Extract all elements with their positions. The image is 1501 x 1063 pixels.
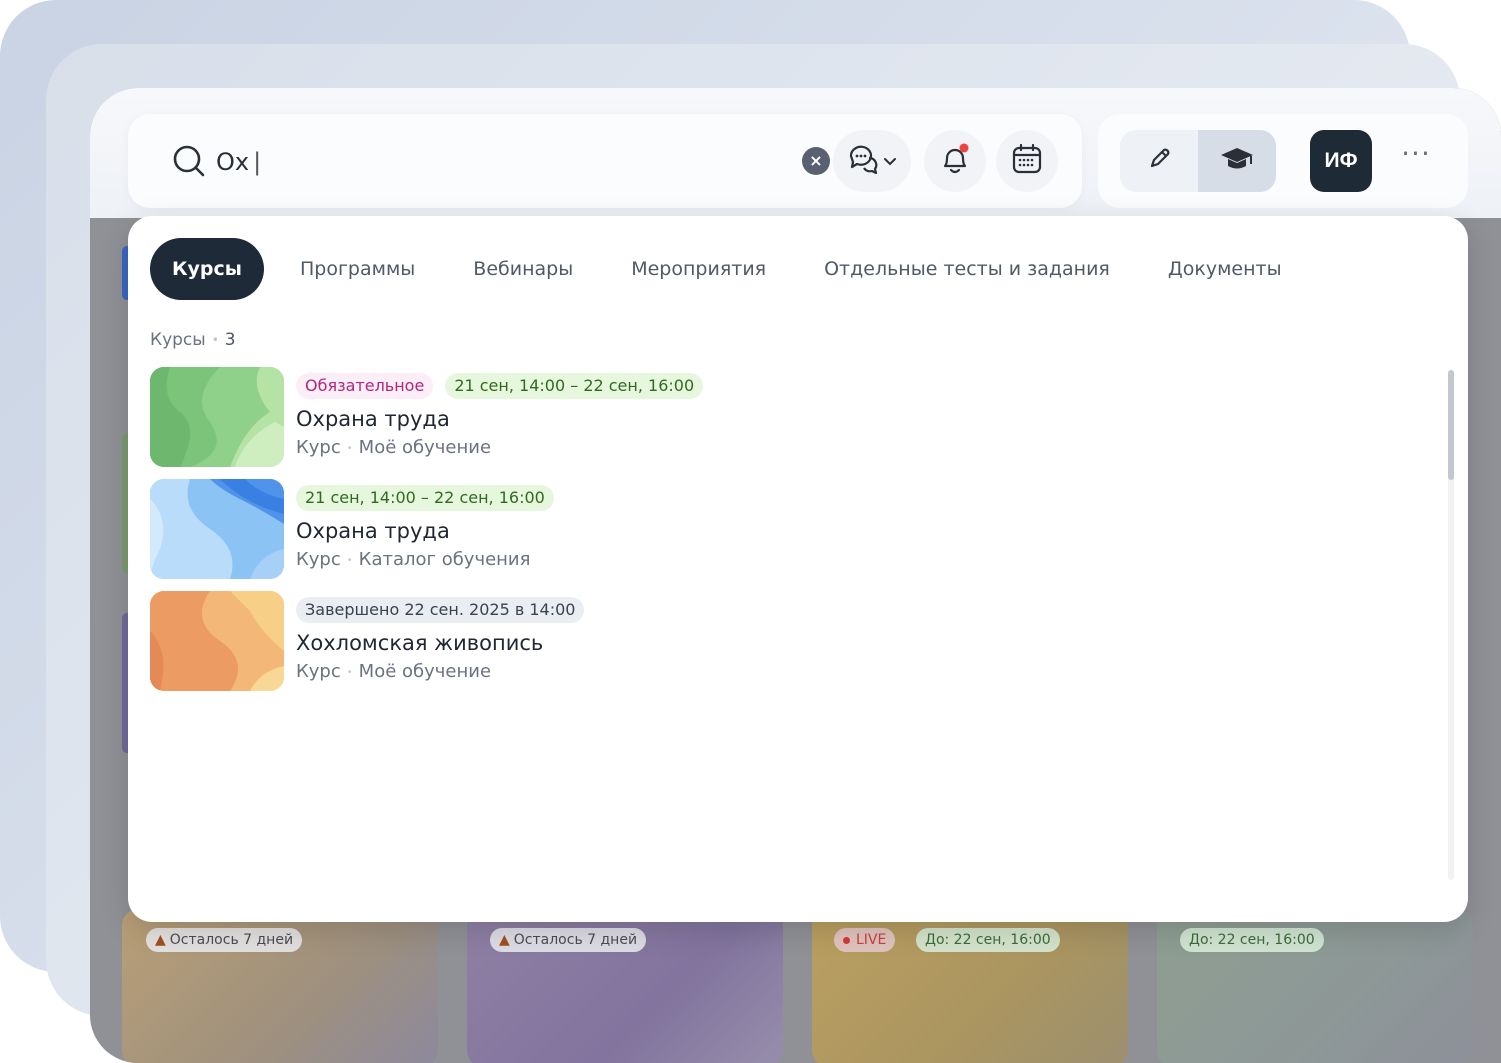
- date-badge: 21 сен, 14:00 – 22 сен, 16:00: [445, 373, 704, 399]
- live-badge-text: LIVE: [856, 932, 887, 948]
- tab-documents[interactable]: Документы: [1146, 238, 1304, 300]
- more-icon[interactable]: ···: [1398, 140, 1434, 178]
- app-window: ▲ Осталось 7 дней ▲ Осталось 7 дней LIVE Д…: [90, 88, 1501, 1063]
- tab-tests-and-tasks[interactable]: Отдельные тесты и задания: [802, 238, 1132, 300]
- course-thumbnail: [150, 479, 284, 579]
- result-tags: Завершено 22 сен. 2025 в 14:00: [296, 597, 596, 623]
- due-badge: До: 22 сен, 16:00: [916, 928, 1060, 952]
- section-title: Курсы: [150, 330, 206, 350]
- tab-courses[interactable]: Курсы: [150, 238, 264, 300]
- due-badge: До: 22 сен, 16:00: [1180, 928, 1324, 952]
- live-dot-icon: [843, 936, 850, 944]
- tab-programs[interactable]: Программы: [278, 238, 437, 300]
- result-tags: Обязательное 21 сен, 14:00 – 22 сен, 16:…: [296, 373, 715, 399]
- course-thumbnail: [150, 591, 284, 691]
- live-badge: LIVE: [834, 928, 896, 952]
- result-title: Хохломская живопись: [296, 631, 544, 655]
- result-source: Каталог обучения: [358, 549, 531, 570]
- result-meta: Курс • Моё обучение: [296, 437, 491, 458]
- result-title: Охрана труда: [296, 407, 450, 431]
- text-caret: |: [253, 148, 262, 176]
- search-results-dropdown: Курсы Программы Вебинары Мероприятия Отд…: [128, 216, 1468, 922]
- scrollbar[interactable]: [1448, 370, 1454, 880]
- search-query: Ох: [216, 148, 250, 176]
- due-badge-text: До: 22 сен, 16:00: [1189, 932, 1315, 948]
- separator: •: [211, 333, 219, 347]
- edit-mode-button[interactable]: [1120, 130, 1198, 192]
- warning-icon: ▲: [155, 932, 166, 948]
- search-icon: [172, 144, 206, 178]
- separator: •: [346, 442, 353, 454]
- top-bar: Ох | × ИФ ···: [90, 88, 1501, 218]
- result-meta: Курс • Моё обучение: [296, 661, 491, 682]
- result-tags: 21 сен, 14:00 – 22 сен, 16:00: [296, 485, 566, 511]
- search-input[interactable]: Ох |: [216, 148, 261, 176]
- clear-search-button[interactable]: ×: [802, 147, 830, 175]
- scrollbar-thumb[interactable]: [1448, 370, 1454, 480]
- completed-badge: Завершено 22 сен. 2025 в 14:00: [296, 597, 585, 623]
- mode-toggle: [1120, 130, 1276, 192]
- result-tabs: Курсы Программы Вебинары Мероприятия Отд…: [150, 238, 1318, 300]
- date-badge: 21 сен, 14:00 – 22 сен, 16:00: [296, 485, 554, 511]
- chat-menu-button[interactable]: [833, 130, 911, 192]
- result-item[interactable]: 21 сен, 14:00 – 22 сен, 16:00 Охрана тру…: [150, 479, 1050, 579]
- avatar-initials: ИФ: [1324, 149, 1358, 172]
- learning-mode-button[interactable]: [1198, 130, 1276, 192]
- result-count: 3: [224, 330, 236, 350]
- tab-events[interactable]: Мероприятия: [609, 238, 788, 300]
- result-type: Курс: [296, 437, 341, 458]
- avatar[interactable]: ИФ: [1310, 130, 1372, 192]
- graduation-cap-icon: [1219, 145, 1255, 177]
- separator: •: [346, 554, 353, 566]
- tab-webinars[interactable]: Вебинары: [451, 238, 595, 300]
- result-meta: Курс • Каталог обучения: [296, 549, 530, 570]
- due-badge-text: До: 22 сен, 16:00: [925, 932, 1051, 948]
- search-panel: Ох | ×: [128, 114, 1082, 208]
- result-title: Охрана труда: [296, 519, 450, 543]
- warning-icon: ▲: [499, 932, 510, 948]
- separator: •: [346, 666, 353, 678]
- deadline-badge-text: Осталось 7 дней: [169, 932, 294, 948]
- result-source: Моё обучение: [358, 437, 492, 458]
- result-item[interactable]: Завершено 22 сен. 2025 в 14:00 Хохломска…: [150, 591, 1050, 691]
- result-source: Моё обучение: [358, 661, 492, 682]
- chevron-down-icon: [883, 152, 897, 171]
- mode-panel: ИФ ···: [1098, 114, 1468, 208]
- chat-icon: [847, 144, 881, 178]
- calendar-button[interactable]: [996, 130, 1058, 192]
- result-item[interactable]: Обязательное 21 сен, 14:00 – 22 сен, 16:…: [150, 367, 1050, 467]
- result-type: Курс: [296, 661, 341, 682]
- bell-icon: [939, 142, 971, 180]
- required-badge: Обязательное: [296, 373, 434, 399]
- deadline-badge: ▲ Осталось 7 дней: [146, 928, 303, 952]
- notifications-button[interactable]: [924, 130, 986, 192]
- course-thumbnail: [150, 367, 284, 467]
- deadline-badge-text: Осталось 7 дней: [513, 932, 638, 948]
- calendar-icon: [1011, 143, 1043, 179]
- pencil-icon: [1145, 145, 1173, 177]
- deadline-badge: ▲ Осталось 7 дней: [490, 928, 647, 952]
- section-header: Курсы • 3: [150, 330, 236, 350]
- result-type: Курс: [296, 549, 341, 570]
- close-icon: ×: [809, 151, 823, 170]
